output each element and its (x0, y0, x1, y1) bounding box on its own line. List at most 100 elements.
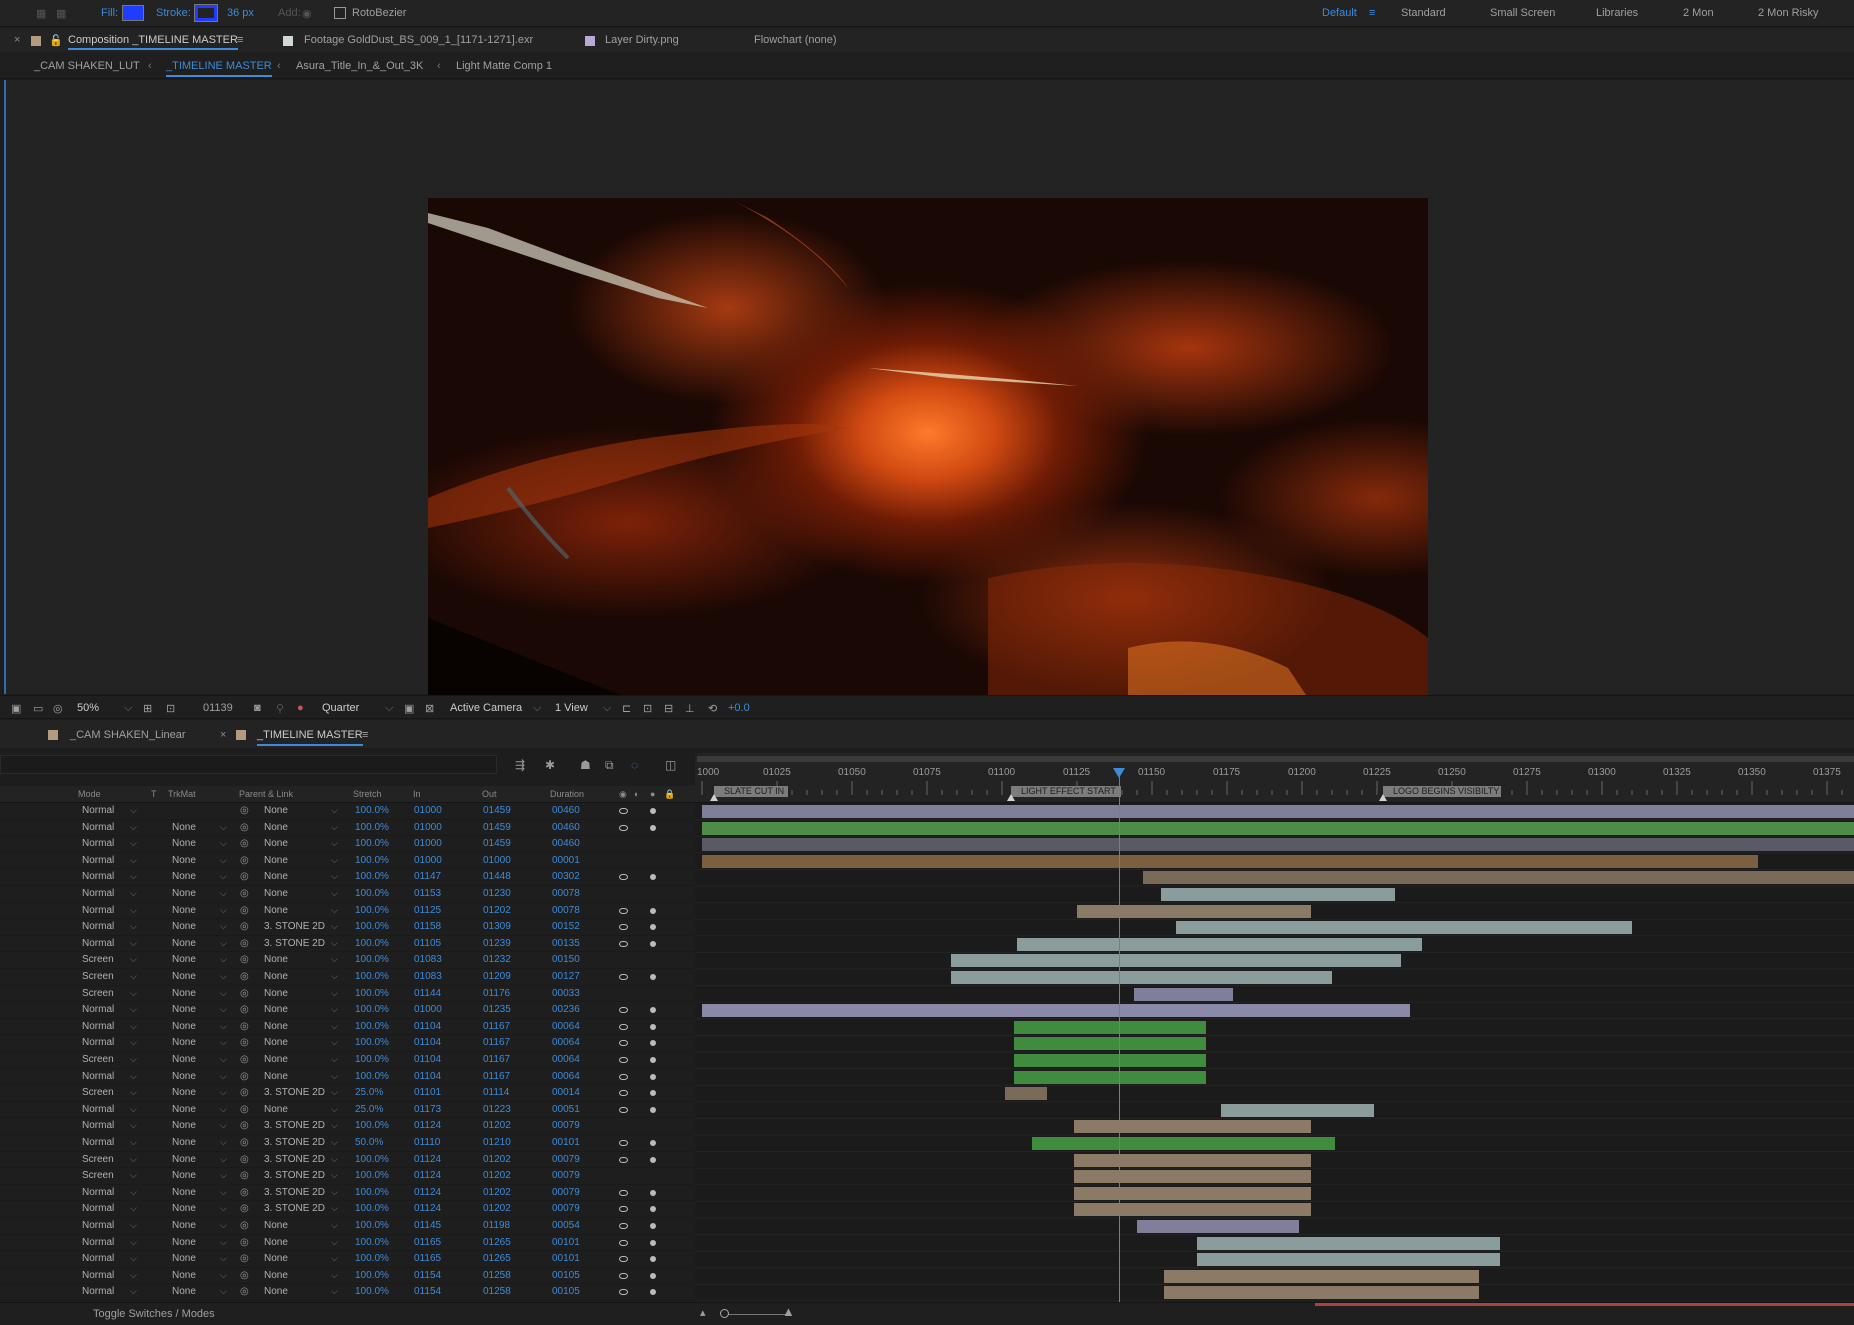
pickwhip-icon[interactable]: ◎ (240, 871, 249, 882)
layer-row[interactable]: Screen ⌵ None ⌵ ◎ None ⌵ 100.0% 01144 01176 00033 (0, 986, 695, 1003)
tab-layer[interactable]: Layer Dirty.png (605, 34, 679, 46)
visibility-eye-icon[interactable] (619, 1189, 628, 1196)
comp-flowchart-icon[interactable]: ⇶ (515, 758, 525, 772)
pickwhip-icon[interactable]: ◎ (240, 921, 249, 932)
layer-row[interactable]: Screen ⌵ None ⌵ ◎ None ⌵ 100.0% 01083 01232 00150 (0, 952, 695, 969)
solo-dot-icon[interactable] (650, 824, 656, 831)
layer-row[interactable]: Normal ⌵ None ⌵ ◎ 3. STONE 2D ⌵ 100.0% 01105 0123… (0, 936, 695, 953)
layer-out-point[interactable]: 01202 (483, 1170, 511, 1181)
column-in[interactable]: In (413, 789, 421, 799)
workspace-default[interactable]: Default (1322, 7, 1357, 19)
layer-parent-dropdown[interactable]: None (262, 1220, 342, 1231)
visibility-eye-icon[interactable] (619, 824, 628, 831)
layer-duration-bar[interactable] (1014, 1054, 1206, 1067)
solo-dot-icon[interactable] (650, 1007, 656, 1014)
layer-stretch-value[interactable]: 100.0% (355, 938, 389, 949)
layer-in-point[interactable]: 01000 (414, 838, 442, 849)
layer-in-point[interactable]: 01173 (414, 1104, 441, 1115)
layer-stretch-value[interactable]: 100.0% (355, 1220, 389, 1231)
layer-duration-bar[interactable] (1014, 1037, 1206, 1051)
layer-stretch-value[interactable]: 100.0% (355, 1286, 389, 1297)
zoom-slider[interactable] (722, 1314, 787, 1315)
layer-stretch-value[interactable]: 50.0% (355, 1137, 383, 1148)
layer-out-point[interactable]: 01239 (483, 938, 511, 949)
layer-out-point[interactable]: 01202 (483, 1203, 511, 1214)
visibility-eye-icon[interactable] (619, 1073, 628, 1080)
tab-timeline-master[interactable]: _TIMELINE MASTER (257, 729, 363, 746)
vr-icon[interactable]: ◎ (53, 702, 63, 715)
layer-in-point[interactable]: 01154 (414, 1286, 441, 1297)
visibility-eye-icon[interactable] (619, 1206, 628, 1213)
layer-duration[interactable]: 00064 (552, 1021, 580, 1032)
layer-in-point[interactable]: 01165 (414, 1253, 441, 1264)
layer-duration[interactable]: 00079 (552, 1187, 580, 1198)
layer-stretch-value[interactable]: 100.0% (355, 1021, 389, 1032)
layer-tracks[interactable] (695, 803, 1854, 1301)
channel-icon[interactable]: ● (297, 702, 304, 714)
tab-flowchart[interactable]: Flowchart (none) (754, 34, 837, 46)
layer-stretch-value[interactable]: 100.0% (355, 921, 389, 932)
layer-row[interactable]: Normal ⌵ None ⌵ ◎ 3. STONE 2D ⌵ 50.0% 01110 01210… (0, 1135, 695, 1152)
layer-row[interactable]: Normal ⌵ None ⌵ ◎ None ⌵ 100.0% 01000 01235 00236 (0, 1002, 695, 1019)
layer-row[interactable]: Screen ⌵ None ⌵ ◎ 3. STONE 2D ⌵ 25.0% 01101 01114… (0, 1085, 695, 1102)
layer-duration-bar[interactable] (1221, 1103, 1374, 1117)
layer-parent-dropdown[interactable]: None (262, 1104, 342, 1115)
layer-in-point[interactable]: 01125 (414, 905, 441, 916)
layer-in-point[interactable]: 01104 (414, 1071, 441, 1082)
motion-blur-icon[interactable]: ◌ (631, 758, 638, 772)
visibility-eye-icon[interactable] (619, 1223, 628, 1229)
pickwhip-icon[interactable]: ◎ (240, 1170, 249, 1181)
layer-stretch-value[interactable]: 100.0% (355, 1187, 389, 1198)
column-out[interactable]: Out (482, 789, 497, 799)
layer-duration-bar[interactable] (702, 1004, 1410, 1018)
grid-guides-icon[interactable]: ⊡ (166, 702, 175, 715)
draft-3d-icon[interactable]: ✱ (545, 758, 555, 772)
pickwhip-icon[interactable]: ◎ (240, 822, 249, 833)
pickwhip-icon[interactable]: ◎ (240, 1154, 249, 1165)
layer-row[interactable]: Screen ⌵ None ⌵ ◎ None ⌵ 100.0% 01104 01167 00064 (0, 1052, 695, 1069)
reset-exposure-icon[interactable]: ⟲ (708, 702, 717, 715)
layer-duration[interactable]: 00460 (552, 805, 580, 816)
visibility-eye-icon[interactable] (619, 1156, 628, 1163)
layer-duration-bar[interactable] (1014, 1070, 1206, 1084)
layer-in-point[interactable]: 01124 (414, 1187, 441, 1198)
camera-dropdown[interactable]: Active Camera (450, 702, 522, 714)
layer-parent-dropdown[interactable]: None (262, 988, 342, 999)
layer-duration-bar[interactable] (1074, 1186, 1311, 1200)
current-time-field[interactable]: 01139 (203, 702, 233, 714)
lock-icon[interactable]: 🔓 (49, 34, 63, 47)
layer-parent-dropdown[interactable]: 3. STONE 2D (262, 938, 342, 949)
layer-search-input[interactable] (0, 755, 497, 774)
layer-out-point[interactable]: 01209 (483, 971, 511, 982)
playhead-handle[interactable] (1113, 768, 1125, 778)
layer-duration-bar[interactable] (702, 854, 1758, 868)
layer-parent-dropdown[interactable]: None (262, 838, 342, 849)
always-preview-icon[interactable]: ▣ (11, 702, 21, 715)
layer-row[interactable]: Normal ⌵ None ⌵ ◎ None ⌵ 100.0% 01154 01258 00105 (0, 1268, 695, 1285)
layer-duration-bar[interactable] (951, 954, 1401, 968)
layer-out-point[interactable]: 01114 (483, 1087, 509, 1098)
layer-stretch-value[interactable]: 100.0% (355, 822, 389, 833)
column-mode[interactable]: Mode (78, 789, 101, 799)
layer-parent-dropdown[interactable]: 3. STONE 2D (262, 1187, 342, 1198)
pickwhip-icon[interactable]: ◎ (240, 905, 249, 916)
solo-dot-icon[interactable] (650, 974, 656, 980)
layer-duration[interactable]: 00127 (552, 971, 580, 982)
layer-duration-bar[interactable] (1161, 888, 1395, 901)
fill-swatch[interactable] (122, 5, 144, 21)
layer-duration[interactable]: 00152 (552, 921, 580, 932)
time-ruler[interactable]: 1000 01025 01050 01075 01100 01125 01150 01175 0… (695, 753, 1854, 803)
layer-row[interactable]: Normal ⌵ None ⌵ ◎ None ⌵ 100.0% 01000 01459 00460 (0, 820, 695, 837)
layer-duration[interactable]: 00064 (552, 1071, 580, 1082)
pickwhip-icon[interactable]: ◎ (240, 1087, 249, 1098)
layer-duration[interactable]: 00079 (552, 1154, 580, 1165)
layer-row[interactable]: Normal ⌵ None ⌵ ◎ None ⌵ 100.0% 01165 01265 00101 (0, 1235, 695, 1252)
column-trkmat[interactable]: TrkMat (168, 789, 196, 799)
pickwhip-icon[interactable]: ◎ (240, 838, 249, 849)
layer-out-point[interactable]: 01167 (483, 1071, 510, 1082)
solo-dot-icon[interactable] (650, 907, 656, 914)
layer-row[interactable]: Normal ⌵ None ⌵ ◎ None ⌵ 100.0% 01104 01167 00064 (0, 1019, 695, 1036)
layer-duration[interactable]: 00078 (552, 888, 580, 899)
layer-row[interactable]: Normal ⌵ None ⌵ ◎ None ⌵ 100.0% 01153 01230 00078 (0, 886, 695, 903)
column-parent-link[interactable]: Parent & Link (239, 789, 293, 799)
